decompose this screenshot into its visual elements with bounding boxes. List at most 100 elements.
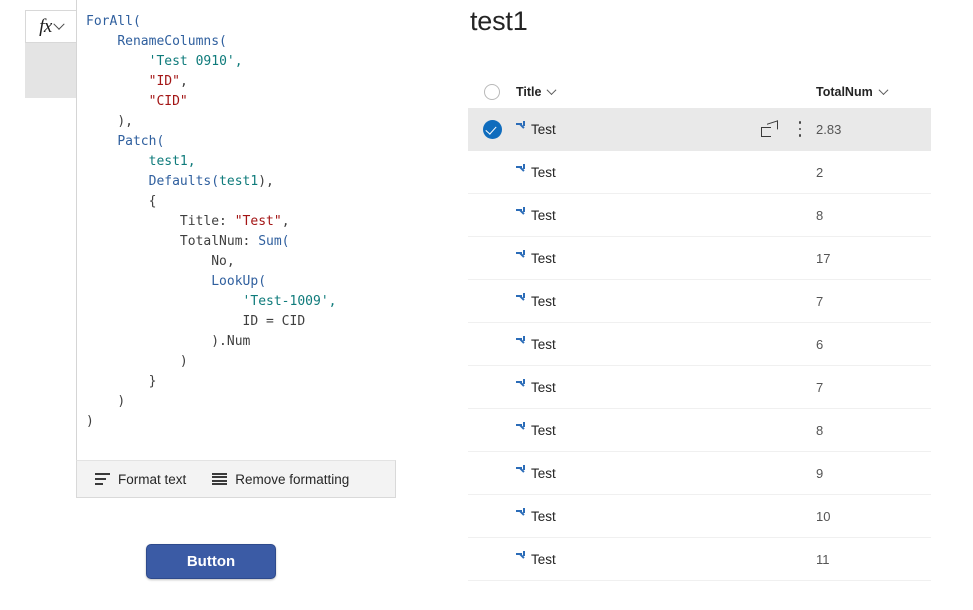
formula-authoring-pane: fx ForAll( RenameColumns( 'Test 0910', "… <box>0 0 430 610</box>
row-select-cell[interactable] <box>468 465 516 481</box>
more-vertical-icon[interactable] <box>798 121 802 137</box>
code-token: test1, <box>148 154 196 169</box>
row-title-text: Test <box>531 465 556 481</box>
column-header-title[interactable]: Title <box>516 85 816 99</box>
row-title-cell[interactable]: Test <box>516 422 816 438</box>
code-token: , <box>179 74 188 89</box>
row-totalnum-cell: 10 <box>816 508 831 524</box>
table-row[interactable]: Test 7 <box>468 280 931 323</box>
row-select-cell[interactable] <box>468 119 516 139</box>
row-title-cell[interactable]: Test <box>516 207 816 223</box>
code-token: Defaults( <box>148 174 220 189</box>
row-title-cell[interactable]: Test <box>516 379 816 395</box>
new-item-sparkle-icon <box>516 207 526 222</box>
row-totalnum-cell: 2 <box>816 164 824 180</box>
chevron-down-icon[interactable] <box>878 85 889 96</box>
primary-button[interactable]: Button <box>146 544 276 579</box>
code-token: LookUp( <box>211 274 267 289</box>
chevron-down-icon[interactable] <box>547 85 557 96</box>
formula-editor[interactable]: ForAll( RenameColumns( 'Test 0910', "ID"… <box>76 0 396 460</box>
row-title-cell[interactable]: Test <box>516 336 816 352</box>
table-row[interactable]: Test 17 <box>468 237 931 280</box>
row-select-cell[interactable] <box>468 250 516 266</box>
code-token: "Test" <box>234 214 282 229</box>
code-token: 'Test 0910', <box>148 54 243 69</box>
fx-dropdown-button[interactable]: fx <box>25 10 76 43</box>
row-select-cell[interactable] <box>468 336 516 352</box>
code-token: ).Num <box>211 334 251 349</box>
code-token: ), <box>258 174 274 189</box>
row-checked-icon[interactable] <box>482 119 502 139</box>
table-row[interactable]: Test 8 <box>468 409 931 452</box>
code-token: ForAll( <box>86 14 141 29</box>
table-row[interactable]: Test 9 <box>468 452 931 495</box>
row-title-text: Test <box>531 336 556 352</box>
new-item-sparkle-icon <box>516 508 526 523</box>
code-token: 'Test-1009', <box>242 294 337 309</box>
new-item-sparkle-icon <box>516 422 526 437</box>
row-title-cell[interactable]: Test <box>516 551 816 567</box>
code-token: ) <box>117 394 126 409</box>
row-totalnum-cell: 8 <box>816 422 824 438</box>
code-token: Sum( <box>258 234 290 249</box>
row-totalnum-cell: 9 <box>816 465 824 481</box>
table-row[interactable]: Test 6 <box>468 323 931 366</box>
select-all-circle-icon[interactable] <box>484 83 500 100</box>
row-title-text: Test <box>531 551 556 567</box>
column-header-title-label: Title <box>516 84 542 99</box>
list-header-row: Title TotalNum <box>468 75 931 109</box>
code-token: , <box>281 214 290 229</box>
code-token: "ID" <box>148 74 180 89</box>
share-icon[interactable] <box>761 119 778 137</box>
code-token: "CID" <box>148 94 188 109</box>
select-all-cell[interactable] <box>468 83 516 100</box>
new-item-sparkle-icon <box>516 336 526 351</box>
remove-formatting-icon <box>212 473 228 485</box>
remove-formatting-button[interactable]: Remove formatting <box>210 470 351 489</box>
code-token: Title: <box>179 214 235 229</box>
row-totalnum-cell: 8 <box>816 207 824 223</box>
code-token: ) <box>86 414 94 429</box>
row-select-cell[interactable] <box>468 551 516 567</box>
new-item-sparkle-icon <box>516 293 526 308</box>
row-title-cell[interactable]: Test <box>516 250 816 266</box>
row-totalnum-cell: 17 <box>816 250 831 266</box>
code-token: No, <box>211 254 235 269</box>
row-select-cell[interactable] <box>468 164 516 180</box>
table-row[interactable]: Test 2.83 <box>468 108 931 151</box>
formula-code[interactable]: ForAll( RenameColumns( 'Test 0910', "ID"… <box>77 0 396 432</box>
row-title-text: Test <box>531 164 556 180</box>
row-select-cell[interactable] <box>468 293 516 309</box>
table-row[interactable]: Test 2 <box>468 151 931 194</box>
row-title-cell[interactable]: Test <box>516 465 816 481</box>
row-title-cell[interactable]: Test <box>516 164 816 180</box>
table-row[interactable]: Test 7 <box>468 366 931 409</box>
new-item-sparkle-icon <box>516 465 526 480</box>
code-token: TotalNum: <box>179 234 259 249</box>
row-select-cell[interactable] <box>468 207 516 223</box>
format-text-button[interactable]: Format text <box>93 470 188 489</box>
code-token: { <box>86 194 157 209</box>
table-row[interactable]: Test 10 <box>468 495 931 538</box>
row-title-cell[interactable]: Test <box>516 119 816 137</box>
column-header-totalnum[interactable]: TotalNum <box>816 85 931 99</box>
table-row[interactable]: Test 8 <box>468 194 931 237</box>
new-item-sparkle-icon <box>516 551 526 566</box>
row-title-cell[interactable]: Test <box>516 293 816 309</box>
row-title-cell[interactable]: Test <box>516 508 816 524</box>
table-row[interactable]: Test 11 <box>468 538 931 581</box>
row-select-cell[interactable] <box>468 508 516 524</box>
row-select-cell[interactable] <box>468 379 516 395</box>
code-token: ), <box>117 114 133 129</box>
new-item-sparkle-icon <box>516 379 526 394</box>
row-select-cell[interactable] <box>468 422 516 438</box>
